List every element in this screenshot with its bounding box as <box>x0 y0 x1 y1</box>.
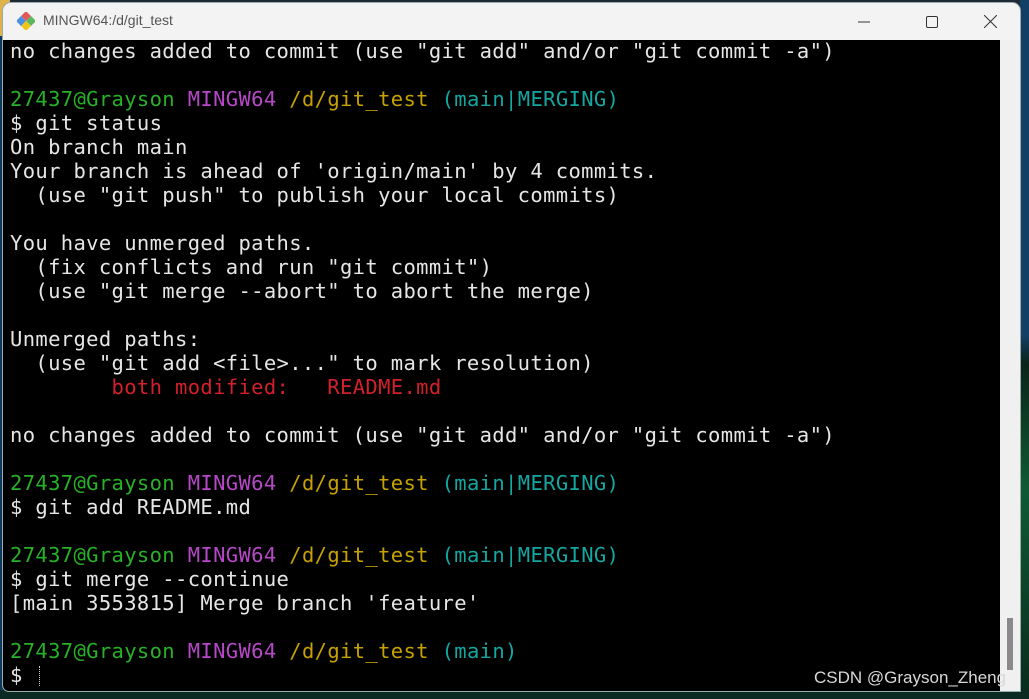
output-line: no changes added to commit (use "git add… <box>10 40 835 63</box>
prompt-line: 27437@Grayson MINGW64 /d/git_test (main) <box>10 639 835 663</box>
output-text: (use "git push" to publish your local co… <box>10 183 620 207</box>
output-line: (use "git merge --abort" to abort the me… <box>10 279 835 303</box>
minimize-icon <box>858 21 870 22</box>
output-text: (fix conflicts and run "git commit") <box>10 255 493 279</box>
text-cursor[interactable] <box>39 666 41 686</box>
watermark: CSDN @Grayson_Zheng <box>814 668 1007 687</box>
conflict-text: both modified: README.md <box>111 375 442 399</box>
output-text: (use "git merge --abort" to abort the me… <box>10 279 594 303</box>
output-line: $ git merge --continue <box>10 567 835 591</box>
prompt-branch: (main|MERGING) <box>441 471 620 495</box>
prompt-path: /d/git_test <box>289 543 429 567</box>
prompt-line: 27437@Grayson MINGW64 /d/git_test (main|… <box>10 87 835 111</box>
git-icon <box>17 12 35 30</box>
prompt-branch: (main|MERGING) <box>441 87 620 111</box>
output-line: (fix conflicts and run "git commit") <box>10 255 835 279</box>
prompt-line: 27437@Grayson MINGW64 /d/git_test (main|… <box>10 543 835 567</box>
output-text: (use "git add <file>..." to mark resolut… <box>10 351 594 375</box>
output-text: no changes added to commit (use "git add… <box>10 423 835 447</box>
output-line: Your branch is ahead of 'origin/main' by… <box>10 159 835 183</box>
prompt-user-host: 27437@Grayson <box>10 639 175 663</box>
close-icon <box>983 15 997 28</box>
terminal-lines: no changes added to commit (use "git add… <box>10 40 835 687</box>
window-title: MINGW64:/d/git_test <box>43 12 173 28</box>
prompt-path: /d/git_test <box>289 87 429 111</box>
output-text: Unmerged paths: <box>10 327 201 351</box>
prompt-system: MINGW64 <box>187 87 277 111</box>
scrollbar-thumb[interactable] <box>1007 618 1013 670</box>
prompt-system: MINGW64 <box>187 639 277 663</box>
output-text: $ git status <box>10 111 163 135</box>
close-button[interactable] <box>967 3 1013 40</box>
prompt-branch: (main|MERGING) <box>441 543 620 567</box>
output-line: $ git status <box>10 111 835 135</box>
maximize-button[interactable] <box>909 3 955 40</box>
terminal-window: MINGW64:/d/git_test no changes added to … <box>3 3 1020 691</box>
prompt-line: 27437@Grayson MINGW64 /d/git_test (main|… <box>10 471 835 495</box>
output-line: $ git add README.md <box>10 495 835 519</box>
output-line: (use "git add <file>..." to mark resolut… <box>10 351 835 375</box>
output-text: Your branch is ahead of 'origin/main' by… <box>10 159 658 183</box>
prompt-path: /d/git_test <box>289 639 429 663</box>
prompt-path: /d/git_test <box>289 471 429 495</box>
terminal-output[interactable]: no changes added to commit (use "git add… <box>3 40 1000 691</box>
command-input-line: $ <box>10 663 835 687</box>
output-line: On branch main <box>10 135 835 159</box>
prompt-system: MINGW64 <box>187 471 277 495</box>
output-text: On branch main <box>10 135 188 159</box>
maximize-icon <box>926 15 938 28</box>
desktop-background-right <box>1020 0 1029 699</box>
prompt-user-host: 27437@Grayson <box>10 87 175 111</box>
title-bar[interactable]: MINGW64:/d/git_test <box>3 3 1020 40</box>
scrollbar[interactable] <box>1000 40 1020 691</box>
output-line: [main 3553815] Merge branch 'feature' <box>10 591 835 615</box>
output-text: You have unmerged paths. <box>10 231 315 255</box>
prompt-system: MINGW64 <box>187 543 277 567</box>
output-text: [main 3553815] Merge branch 'feature' <box>10 591 480 615</box>
prompt-user-host: 27437@Grayson <box>10 471 175 495</box>
prompt-branch: (main) <box>441 639 518 663</box>
minimize-button[interactable] <box>841 3 887 40</box>
prompt-user-host: 27437@Grayson <box>10 543 175 567</box>
conflict-line: both modified: README.md <box>10 375 835 399</box>
output-text: $ git add README.md <box>10 495 252 519</box>
desktop-background-bottom <box>0 690 1029 699</box>
output-line: Unmerged paths: <box>10 327 835 351</box>
output-line: You have unmerged paths. <box>10 231 835 255</box>
output-text: $ git merge --continue <box>10 567 290 591</box>
output-text: no changes added to commit (use "git add… <box>10 40 835 63</box>
output-line: no changes added to commit (use "git add… <box>10 423 835 447</box>
input-prompt: $ <box>10 663 36 687</box>
output-line: (use "git push" to publish your local co… <box>10 183 835 207</box>
